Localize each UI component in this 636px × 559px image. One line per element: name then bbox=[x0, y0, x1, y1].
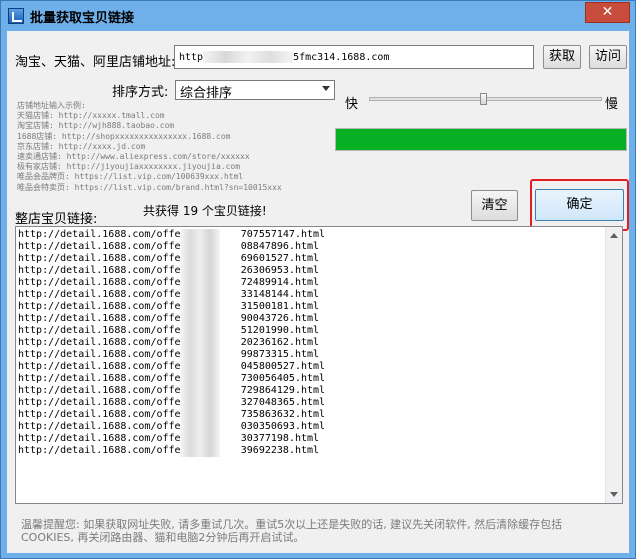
list-item[interactable]: http://detail.1688.com/offe 707557147.ht… bbox=[18, 229, 325, 241]
highlight-outline bbox=[530, 179, 629, 231]
list-item[interactable]: http://detail.1688.com/offe 045800527.ht… bbox=[18, 361, 325, 373]
list-item[interactable]: http://detail.1688.com/offe 729864129.ht… bbox=[18, 385, 325, 397]
window-title: 批量获取宝贝链接 bbox=[30, 11, 135, 26]
list-item[interactable]: http://detail.1688.com/offe 69601527.htm… bbox=[18, 253, 325, 265]
shop-url-label: 淘宝、天猫、阿里店铺地址: bbox=[15, 55, 176, 70]
list-label: 整店宝贝链接: bbox=[15, 212, 98, 227]
progress-fill bbox=[336, 129, 626, 150]
example-line: 唯品会品牌页: https://list.vip.com/100639xxx.h… bbox=[17, 172, 244, 182]
chevron-down-icon bbox=[322, 86, 330, 91]
sort-selected-value: 综合排序 bbox=[180, 86, 233, 101]
list-item[interactable]: http://detail.1688.com/offe 20236162.htm… bbox=[18, 337, 325, 349]
redacted-mask bbox=[203, 51, 294, 63]
list-item[interactable]: http://detail.1688.com/offe 735863632.ht… bbox=[18, 409, 325, 421]
speed-fast-label: 快 bbox=[345, 97, 359, 112]
list-item[interactable]: http://detail.1688.com/offe 51201990.htm… bbox=[18, 325, 325, 337]
list-item[interactable]: http://detail.1688.com/offe 08847896.htm… bbox=[18, 241, 325, 253]
example-line: 淘宝店铺: http://wjh888.taobao.com bbox=[17, 121, 175, 131]
example-line: 店铺地址输入示例: bbox=[17, 101, 86, 110]
visit-button[interactable]: 访问 bbox=[589, 45, 627, 69]
links-list: http://detail.1688.com/offe 707557147.ht… bbox=[18, 229, 325, 457]
sort-select[interactable]: 综合排序 bbox=[175, 80, 335, 101]
result-count: 共获得 19 个宝贝链接! bbox=[143, 204, 267, 218]
shop-url-input[interactable]: http 5fmc314.1688.com bbox=[174, 45, 534, 69]
tip-text: 温馨提醒您: 如果获取网址失败, 请多重试几次。重试5次以上还是失败的话, 建议… bbox=[21, 518, 563, 544]
speed-slider-thumb[interactable] bbox=[480, 93, 488, 105]
list-item[interactable]: http://detail.1688.com/offe 30377198.htm… bbox=[18, 433, 325, 445]
speed-slow-label: 慢 bbox=[605, 97, 619, 112]
example-line: 极有家店铺: http://jiyoujiaxxxxxxxx.jiyoujia.… bbox=[17, 162, 241, 172]
list-item[interactable]: http://detail.1688.com/offe 39692238.htm… bbox=[18, 445, 325, 457]
list-item[interactable]: http://detail.1688.com/offe 327048365.ht… bbox=[18, 397, 325, 409]
redacted-mask bbox=[180, 229, 220, 457]
url-examples: 店铺地址输入示例: 天猫店铺: http://xxxxx.tmall.com 淘宝店… bbox=[17, 101, 317, 193]
sort-label: 排序方式: bbox=[112, 85, 169, 100]
scroll-down-icon[interactable] bbox=[610, 492, 618, 497]
list-item[interactable]: http://detail.1688.com/offe 26306953.htm… bbox=[18, 265, 325, 277]
progress-bar bbox=[335, 128, 627, 151]
list-item[interactable]: http://detail.1688.com/offe 90043726.htm… bbox=[18, 313, 325, 325]
list-item[interactable]: http://detail.1688.com/offe 030350693.ht… bbox=[18, 421, 325, 433]
example-line: 天猫店铺: http://xxxxx.tmall.com bbox=[17, 111, 165, 121]
scroll-up-icon[interactable] bbox=[610, 233, 618, 238]
title-bar[interactable]: 批量获取宝贝链接 ✕ bbox=[1, 1, 635, 32]
example-line: 速卖通店铺: http://www.aliexpress.com/store/x… bbox=[17, 152, 250, 162]
example-line: 唯品会特卖页: https://list.vip.com/brand.html?… bbox=[17, 182, 282, 192]
list-item[interactable]: http://detail.1688.com/offe 33148144.htm… bbox=[18, 289, 325, 301]
shop-url-suffix: 5fmc314.1688.com bbox=[293, 52, 390, 63]
list-item[interactable]: http://detail.1688.com/offe 31500181.htm… bbox=[18, 301, 325, 313]
app-icon bbox=[8, 8, 24, 24]
list-item[interactable]: http://detail.1688.com/offe 730056405.ht… bbox=[18, 373, 325, 385]
close-button[interactable]: ✕ bbox=[585, 2, 630, 23]
shop-url-prefix: http bbox=[179, 52, 204, 63]
main-panel: 淘宝、天猫、阿里店铺地址: http 5fmc314.1688.com 获取 访问… bbox=[7, 31, 629, 553]
list-item[interactable]: http://detail.1688.com/offe 99873315.htm… bbox=[18, 349, 325, 361]
links-listbox[interactable]: http://detail.1688.com/offe 707557147.ht… bbox=[15, 226, 623, 504]
app-window: 批量获取宝贝链接 ✕ 淘宝、天猫、阿里店铺地址: http 5fmc314.168… bbox=[0, 0, 636, 559]
scrollbar[interactable] bbox=[605, 227, 622, 503]
fetch-button[interactable]: 获取 bbox=[543, 45, 581, 69]
example-line: 京东店铺: http://xxxx.jd.com bbox=[17, 141, 146, 151]
example-line: 1688店铺: http://shopxxxxxxxxxxxxxxx.1688.… bbox=[17, 131, 231, 141]
clear-button[interactable]: 清空 bbox=[471, 190, 518, 221]
list-item[interactable]: http://detail.1688.com/offe 72489914.htm… bbox=[18, 277, 325, 289]
